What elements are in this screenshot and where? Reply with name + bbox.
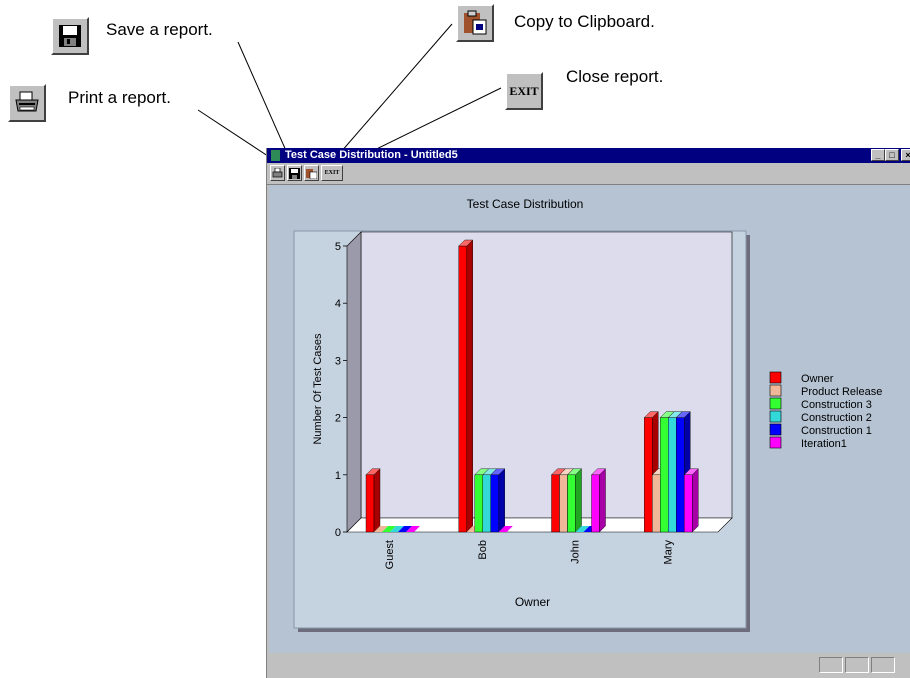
x-tick-label: Mary [662, 540, 674, 565]
y-tick-label: 0 [335, 527, 341, 539]
status-panel-3 [871, 657, 895, 673]
chart-title: Test Case Distribution [467, 197, 584, 211]
bar-mary-construction-2 [668, 417, 677, 533]
legend-swatch [769, 397, 782, 410]
bar-john-owner [551, 474, 560, 533]
bar-side [575, 468, 582, 533]
y-tick-label: 2 [335, 413, 341, 425]
legend-swatch [769, 423, 782, 436]
y-tick-label: 4 [335, 298, 341, 310]
copy-button[interactable] [304, 165, 319, 181]
bar-bob-owner [458, 245, 467, 533]
bar-mary-owner [644, 417, 653, 533]
legend-label: Iteration1 [801, 438, 847, 450]
bar-john-construction-3 [567, 474, 576, 533]
y-tick-label: 1 [335, 470, 341, 482]
window-title: Test Case Distribution - Untitled5 [285, 149, 458, 161]
legend-swatch [769, 384, 782, 397]
legend-label: Construction 1 [801, 425, 872, 437]
bar-mary-iteration1 [684, 474, 693, 533]
legend-swatch [769, 410, 782, 423]
report-client-area: Test Case Distribution 0 1 2 3 4 5 Number Of Te… [269, 185, 910, 653]
status-bar [267, 653, 910, 678]
bar-mary-construction-3 [660, 417, 669, 533]
exit-button[interactable]: EXIT [321, 165, 343, 181]
status-panel-1 [819, 657, 843, 673]
report-window: Test Case Distribution - Untitled5 _ □ × [266, 148, 910, 678]
bar-side [692, 468, 699, 533]
x-tick-label: Guest [384, 540, 396, 569]
bar-bob-construction-2 [482, 474, 491, 533]
bar-side [498, 468, 505, 533]
app-icon [271, 150, 280, 161]
legend-label: Construction 3 [801, 399, 872, 411]
maximize-button[interactable]: □ [885, 149, 899, 161]
bar-john-product-release [559, 474, 568, 533]
legend-label: Construction 2 [801, 412, 872, 424]
bar-mary-product-release [652, 474, 661, 533]
title-bar[interactable]: Test Case Distribution - Untitled5 _ □ × [267, 148, 910, 163]
clipboard-icon [306, 168, 317, 179]
bar-bob-construction-1 [490, 474, 499, 533]
bar-john-iteration1 [591, 474, 600, 533]
bar-side [373, 468, 381, 533]
x-tick-label: John [570, 540, 582, 564]
y-axis-label: Number Of Test Cases [312, 333, 324, 445]
y-tick-label: 5 [335, 241, 341, 253]
plot-side-wall [346, 231, 362, 533]
bar-bob-construction-3 [474, 474, 483, 533]
x-axis-label: Owner [515, 595, 550, 609]
save-button[interactable] [287, 165, 302, 181]
x-tick-label: Bob [477, 540, 489, 560]
minimize-button[interactable]: _ [871, 149, 885, 161]
bar-side [466, 239, 473, 533]
printer-icon [272, 167, 283, 177]
exit-button-label: EXIT [324, 170, 340, 176]
close-window-button[interactable]: × [901, 149, 910, 161]
test-case-distribution-chart: Test Case Distribution 0 1 2 3 4 5 Number Of Te… [293, 197, 882, 632]
bar-guest-owner [365, 474, 375, 533]
legend-swatch [769, 371, 782, 384]
floppy-icon [289, 167, 300, 179]
legend-label: Product Release [801, 386, 882, 398]
bar-side [599, 468, 606, 533]
y-tick-label: 3 [335, 355, 341, 367]
toolbar: EXIT [267, 163, 910, 185]
legend-label: Owner [801, 373, 834, 385]
status-panel-2 [845, 657, 869, 673]
bar-mary-construction-1 [676, 417, 685, 533]
legend-swatch [769, 436, 782, 449]
print-button[interactable] [270, 165, 285, 181]
